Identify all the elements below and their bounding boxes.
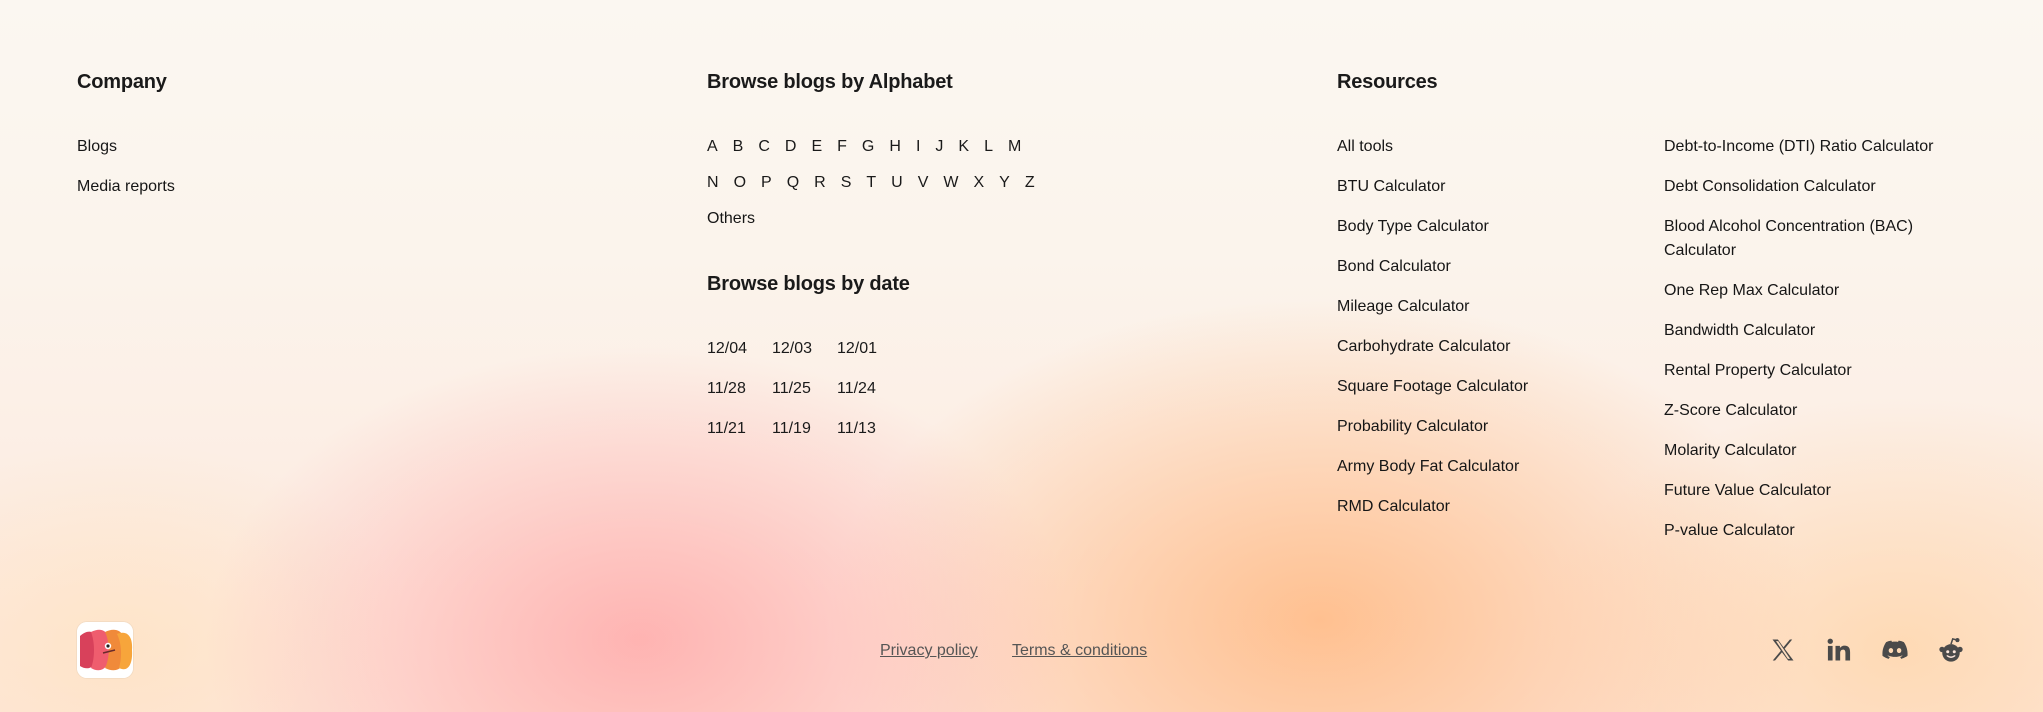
alphabet-letter-g[interactable]: G <box>862 137 874 157</box>
date-link[interactable]: 11/25 <box>772 379 837 399</box>
alphabet-letter-r[interactable]: R <box>814 173 826 193</box>
resource-link[interactable]: Debt-to-Income (DTI) Ratio Calculator <box>1664 137 1933 157</box>
resource-link[interactable]: P-value Calculator <box>1664 521 1795 541</box>
date-link[interactable]: 12/01 <box>837 339 902 359</box>
alphabet-letter-d[interactable]: D <box>785 137 797 157</box>
footer-link-media-reports[interactable]: Media reports <box>77 177 175 197</box>
alphabet-letter-p[interactable]: P <box>761 173 772 193</box>
company-heading: Company <box>77 71 167 93</box>
resource-link-continuation[interactable]: Calculator <box>1664 241 1736 261</box>
date-link[interactable]: 12/03 <box>772 339 837 359</box>
alphabet-letter-e[interactable]: E <box>811 137 822 157</box>
resource-link[interactable]: Body Type Calculator <box>1337 217 1489 237</box>
alphabet-letter-l[interactable]: L <box>984 137 993 157</box>
resource-link[interactable]: Square Footage Calculator <box>1337 377 1528 397</box>
alphabet-others-link[interactable]: Others <box>707 209 755 229</box>
resource-link[interactable]: Molarity Calculator <box>1664 441 1796 461</box>
alphabet-letter-h[interactable]: H <box>889 137 901 157</box>
dates-heading: Browse blogs by date <box>707 273 910 295</box>
date-link[interactable]: 11/28 <box>707 379 772 399</box>
date-link[interactable]: 11/21 <box>707 419 772 439</box>
alphabet-letter-j[interactable]: J <box>935 137 943 157</box>
discord-icon[interactable] <box>1881 636 1909 664</box>
terms-conditions-link[interactable]: Terms & conditions <box>1012 641 1147 661</box>
resource-link[interactable]: Mileage Calculator <box>1337 297 1470 317</box>
alphabet-letter-m[interactable]: M <box>1008 137 1021 157</box>
brand-logo-icon[interactable] <box>77 622 133 678</box>
resource-link[interactable]: Army Body Fat Calculator <box>1337 457 1519 477</box>
linkedin-icon[interactable] <box>1825 636 1853 664</box>
resource-link[interactable]: Future Value Calculator <box>1664 481 1831 501</box>
resource-link[interactable]: One Rep Max Calculator <box>1664 281 1839 301</box>
alphabet-letter-i[interactable]: I <box>916 137 920 157</box>
alphabet-row-2: NOPQRSTUVWXYZ <box>707 173 1050 193</box>
date-link[interactable]: 12/04 <box>707 339 772 359</box>
resource-link[interactable]: Bond Calculator <box>1337 257 1451 277</box>
resource-link[interactable]: Blood Alcohol Concentration (BAC) <box>1664 217 1913 237</box>
alphabet-letter-z[interactable]: Z <box>1025 173 1035 193</box>
reddit-icon[interactable] <box>1937 636 1965 664</box>
date-link[interactable]: 11/24 <box>837 379 902 399</box>
resource-link[interactable]: Bandwidth Calculator <box>1664 321 1815 341</box>
alphabet-letter-y[interactable]: Y <box>999 173 1010 193</box>
resource-link[interactable]: RMD Calculator <box>1337 497 1450 517</box>
alphabet-letter-o[interactable]: O <box>734 173 746 193</box>
date-link[interactable]: 11/13 <box>837 419 902 439</box>
footer-link-blogs[interactable]: Blogs <box>77 137 117 157</box>
alphabet-letter-u[interactable]: U <box>891 173 903 193</box>
alphabet-letter-x[interactable]: X <box>974 173 985 193</box>
resource-link[interactable]: Debt Consolidation Calculator <box>1664 177 1876 197</box>
resource-link[interactable]: All tools <box>1337 137 1393 157</box>
privacy-policy-link[interactable]: Privacy policy <box>880 641 978 661</box>
alphabet-letter-k[interactable]: K <box>958 137 969 157</box>
alphabet-letter-t[interactable]: T <box>866 173 876 193</box>
x-twitter-icon[interactable] <box>1769 636 1797 664</box>
alphabet-letter-w[interactable]: W <box>943 173 958 193</box>
alphabet-row-1: ABCDEFGHIJKLM <box>707 137 1036 157</box>
resource-link[interactable]: BTU Calculator <box>1337 177 1445 197</box>
alphabet-letter-f[interactable]: F <box>837 137 847 157</box>
alphabet-letter-q[interactable]: Q <box>787 173 799 193</box>
resources-heading: Resources <box>1337 71 1438 93</box>
resource-link[interactable]: Rental Property Calculator <box>1664 361 1852 381</box>
resource-link[interactable]: Carbohydrate Calculator <box>1337 337 1510 357</box>
alphabet-letter-c[interactable]: C <box>758 137 770 157</box>
alphabet-letter-b[interactable]: B <box>733 137 744 157</box>
alphabet-letter-a[interactable]: A <box>707 137 718 157</box>
alphabet-letter-n[interactable]: N <box>707 173 719 193</box>
date-link[interactable]: 11/19 <box>772 419 837 439</box>
alphabet-letter-v[interactable]: V <box>918 173 929 193</box>
resource-link[interactable]: Probability Calculator <box>1337 417 1488 437</box>
alphabet-heading: Browse blogs by Alphabet <box>707 71 953 93</box>
dates-grid: 12/04 12/03 12/01 11/28 11/25 11/24 11/21 11/19… <box>707 339 902 439</box>
resource-link[interactable]: Z-Score Calculator <box>1664 401 1797 421</box>
alphabet-letter-s[interactable]: S <box>841 173 852 193</box>
